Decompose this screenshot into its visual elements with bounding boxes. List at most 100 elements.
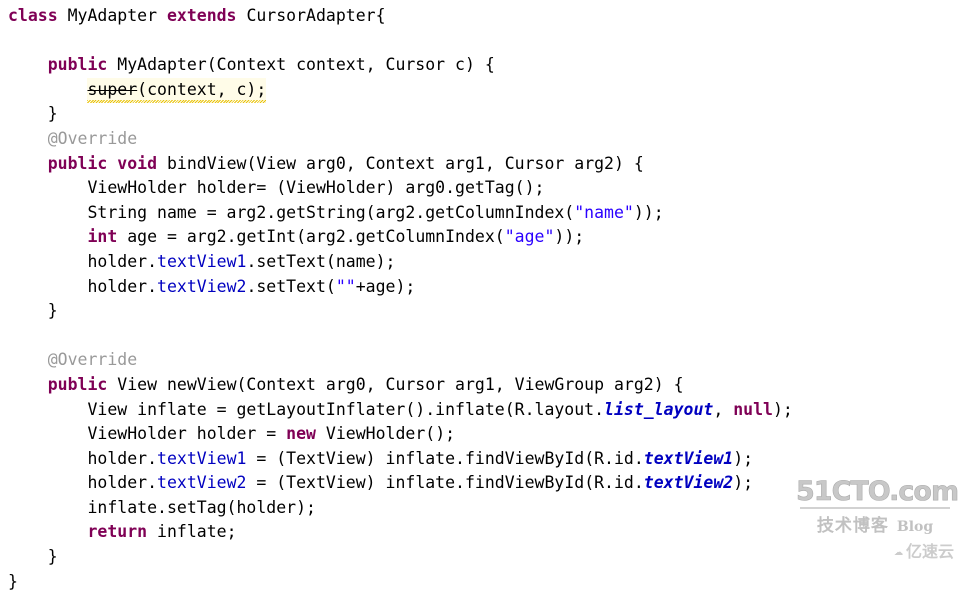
code-token: inflate.setTag(holder); bbox=[87, 497, 316, 517]
code-line[interactable]: inflate.setTag(holder); bbox=[8, 496, 960, 521]
code-line[interactable]: holder.textView2.setText(""+age); bbox=[8, 275, 960, 300]
code-token: null bbox=[733, 399, 773, 419]
code-token: ); bbox=[733, 473, 754, 493]
code-token: holder. bbox=[87, 276, 158, 296]
code-token: holder. bbox=[87, 448, 158, 468]
code-line[interactable]: holder.textView1.setText(name); bbox=[8, 250, 960, 275]
code-token: holder. bbox=[87, 473, 158, 493]
code-token: MyAdapter(Context context, Cursor c) { bbox=[117, 55, 495, 75]
code-line[interactable]: public void bindView(View arg0, Context … bbox=[8, 152, 960, 177]
code-line[interactable]: return inflate; bbox=[8, 520, 960, 545]
code-line[interactable]: public MyAdapter(Context context, Cursor… bbox=[8, 53, 960, 78]
code-token: ); bbox=[772, 399, 793, 419]
code-token: inflate; bbox=[157, 522, 237, 542]
deprecated-token: super bbox=[87, 79, 138, 99]
code-token: , bbox=[713, 399, 734, 419]
code-token: View newView(Context arg0, Cursor arg1, … bbox=[117, 374, 684, 394]
code-token: public bbox=[47, 374, 118, 394]
code-token: )); bbox=[554, 227, 585, 247]
code-token: "" bbox=[335, 276, 356, 296]
code-token: textView2 bbox=[643, 473, 734, 493]
code-line[interactable]: } bbox=[8, 545, 960, 570]
code-token: View inflate = getLayoutInflater().infla… bbox=[87, 399, 605, 419]
code-line[interactable]: @Override bbox=[8, 348, 960, 373]
code-token: = (TextView) inflate.findViewById(R.id. bbox=[246, 448, 644, 468]
code-token: MyAdapter bbox=[67, 6, 167, 25]
code-token: holder. bbox=[87, 251, 158, 271]
code-token: +age); bbox=[355, 276, 416, 296]
code-token: textView1 bbox=[643, 448, 734, 468]
code-token: extends bbox=[166, 6, 247, 25]
code-line[interactable]: String name = arg2.getString(arg2.getCol… bbox=[8, 201, 960, 226]
code-token: ); bbox=[733, 448, 754, 468]
code-token: )); bbox=[633, 202, 664, 222]
code-token: textView2 bbox=[157, 276, 247, 296]
code-line[interactable]: } bbox=[8, 570, 960, 594]
code-token: ViewHolder holder = bbox=[87, 424, 287, 444]
code-line[interactable]: super(context, c); bbox=[8, 77, 960, 103]
code-line[interactable]: } bbox=[8, 102, 960, 127]
code-token: } bbox=[8, 571, 18, 591]
code-token: (context, c); bbox=[137, 79, 267, 99]
code-line[interactable]: View inflate = getLayoutInflater().infla… bbox=[8, 398, 960, 423]
code-line[interactable]: class MyAdapter extends CursorAdapter{ bbox=[8, 4, 960, 29]
code-token: .setText(name); bbox=[246, 251, 396, 271]
code-line[interactable]: public View newView(Context arg0, Cursor… bbox=[8, 373, 960, 398]
code-token: age = arg2.getInt(arg2.getColumnIndex( bbox=[127, 227, 505, 247]
code-token: textView1 bbox=[157, 448, 247, 468]
code-line[interactable] bbox=[8, 29, 960, 54]
code-token: @Override bbox=[47, 350, 138, 370]
code-line[interactable]: } bbox=[8, 299, 960, 324]
code-token: int bbox=[87, 227, 128, 247]
code-token: new bbox=[286, 424, 326, 444]
code-token: } bbox=[47, 301, 58, 321]
code-token: return bbox=[87, 522, 158, 542]
code-token: textView1 bbox=[157, 251, 247, 271]
code-token: public bbox=[47, 55, 118, 75]
code-line[interactable]: ViewHolder holder = new ViewHolder(); bbox=[8, 422, 960, 447]
code-token: ViewHolder holder= (ViewHolder) arg0.get… bbox=[87, 178, 545, 198]
code-token: @Override bbox=[47, 128, 138, 148]
code-content[interactable]: class MyAdapter extends CursorAdapter{ p… bbox=[8, 4, 960, 594]
code-token: bindView(View arg0, Context arg1, Cursor… bbox=[166, 153, 644, 173]
code-token: CursorAdapter{ bbox=[246, 6, 386, 25]
code-token: public bbox=[47, 153, 118, 173]
code-line[interactable]: holder.textView1 = (TextView) inflate.fi… bbox=[8, 447, 960, 472]
code-token: .setText( bbox=[246, 276, 336, 296]
code-token: void bbox=[117, 153, 167, 173]
code-token: } bbox=[47, 104, 58, 124]
deprecation-warning-marker: super(context, c); bbox=[87, 77, 267, 103]
code-token: "age" bbox=[504, 227, 555, 247]
code-editor[interactable]: class MyAdapter extends CursorAdapter{ p… bbox=[0, 0, 960, 591]
code-line[interactable] bbox=[8, 324, 960, 349]
code-token: "name" bbox=[574, 202, 634, 222]
code-token: class bbox=[8, 6, 68, 25]
code-line[interactable]: holder. textView2 = (TextView) inflate.fi… bbox=[8, 471, 960, 496]
code-line[interactable]: @Override bbox=[8, 127, 960, 152]
code-line[interactable]: int age = arg2.getInt(arg2.getColumnInde… bbox=[8, 225, 960, 250]
code-line[interactable]: ViewHolder holder= (ViewHolder) arg0.get… bbox=[8, 176, 960, 201]
code-token: ViewHolder(); bbox=[325, 424, 456, 444]
code-token: = (TextView) inflate.findViewById(R.id. bbox=[246, 473, 644, 493]
code-token: list_layout bbox=[604, 399, 714, 419]
code-token: String name = arg2.getString(arg2.getCol… bbox=[87, 202, 575, 222]
